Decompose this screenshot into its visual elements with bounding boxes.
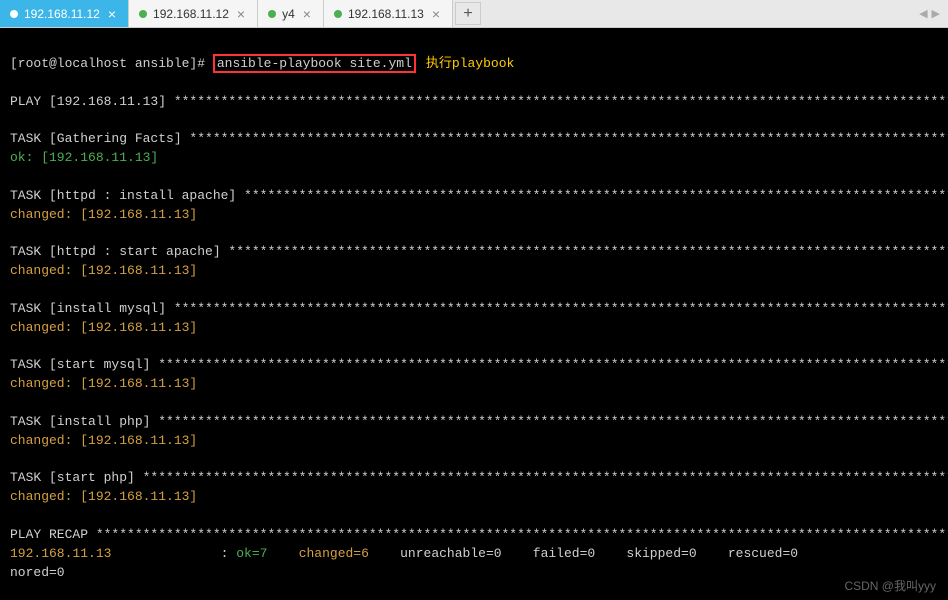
recap-skipped: skipped=0 (626, 546, 696, 561)
task-status-changed: changed: [192.168.11.13] (10, 376, 197, 391)
play-header: PLAY [192.168.11.13] *******************… (10, 94, 948, 109)
task-status-ok: ok: [192.168.11.13] (10, 150, 158, 165)
task-header: TASK [start php] ***********************… (10, 470, 948, 485)
tab-bar: 192.168.11.12 × 192.168.11.12 × y4 × 192… (0, 0, 948, 28)
status-dot-icon (268, 10, 276, 18)
close-icon[interactable]: × (430, 6, 442, 22)
annotation-text: 执行playbook (426, 56, 514, 71)
recap-failed: failed=0 (533, 546, 595, 561)
shell-prompt: [root@localhost ansible]# ansible-playbo… (10, 56, 514, 71)
tab-label: y4 (282, 7, 295, 21)
task-header: TASK [Gathering Facts] *****************… (10, 131, 948, 146)
recap-host: 192.168.11.13 (10, 546, 111, 561)
task-header: TASK [httpd : install apache] **********… (10, 188, 948, 203)
task-header: TASK [httpd : start apache] ************… (10, 244, 948, 259)
tab-3[interactable]: y4 × (258, 0, 324, 27)
task-header: TASK [install mysql] *******************… (10, 301, 948, 316)
task-status-changed: changed: [192.168.11.13] (10, 207, 197, 222)
tab-2[interactable]: 192.168.11.12 × (129, 0, 258, 27)
close-icon[interactable]: × (235, 6, 247, 22)
status-dot-icon (139, 10, 147, 18)
recap-rescued: rescued=0 (728, 546, 798, 561)
task-status-changed: changed: [192.168.11.13] (10, 320, 197, 335)
task-header: TASK [start mysql] *********************… (10, 357, 948, 372)
recap-changed: changed=6 (299, 546, 369, 561)
task-header: TASK [install php] *********************… (10, 414, 948, 429)
terminal-output[interactable]: [root@localhost ansible]# ansible-playbo… (0, 28, 948, 590)
recap-unreachable: unreachable=0 (400, 546, 501, 561)
tab-label: 192.168.11.12 (24, 7, 100, 21)
nav-right-icon[interactable]: ▶ (932, 7, 940, 21)
recap-nored: nored=0 (10, 565, 65, 580)
tab-nav-arrows: ◀ ▶ (919, 0, 948, 27)
tab-1[interactable]: 192.168.11.12 × (0, 0, 129, 27)
close-icon[interactable]: × (301, 6, 313, 22)
command-highlight: ansible-playbook site.yml (213, 54, 416, 73)
nav-left-icon[interactable]: ◀ (919, 7, 927, 21)
status-dot-icon (10, 10, 18, 18)
close-icon[interactable]: × (106, 6, 118, 22)
watermark: CSDN @我叫yyy (844, 577, 936, 594)
tab-label: 192.168.11.12 (153, 7, 229, 21)
new-tab-button[interactable]: + (455, 2, 481, 25)
task-status-changed: changed: [192.168.11.13] (10, 263, 197, 278)
task-status-changed: changed: [192.168.11.13] (10, 433, 197, 448)
status-dot-icon (334, 10, 342, 18)
tab-label: 192.168.11.13 (348, 7, 424, 21)
recap-header: PLAY RECAP *****************************… (10, 527, 948, 542)
task-status-changed: changed: [192.168.11.13] (10, 489, 197, 504)
tab-4[interactable]: 192.168.11.13 × (324, 0, 453, 27)
recap-ok: ok=7 (236, 546, 267, 561)
